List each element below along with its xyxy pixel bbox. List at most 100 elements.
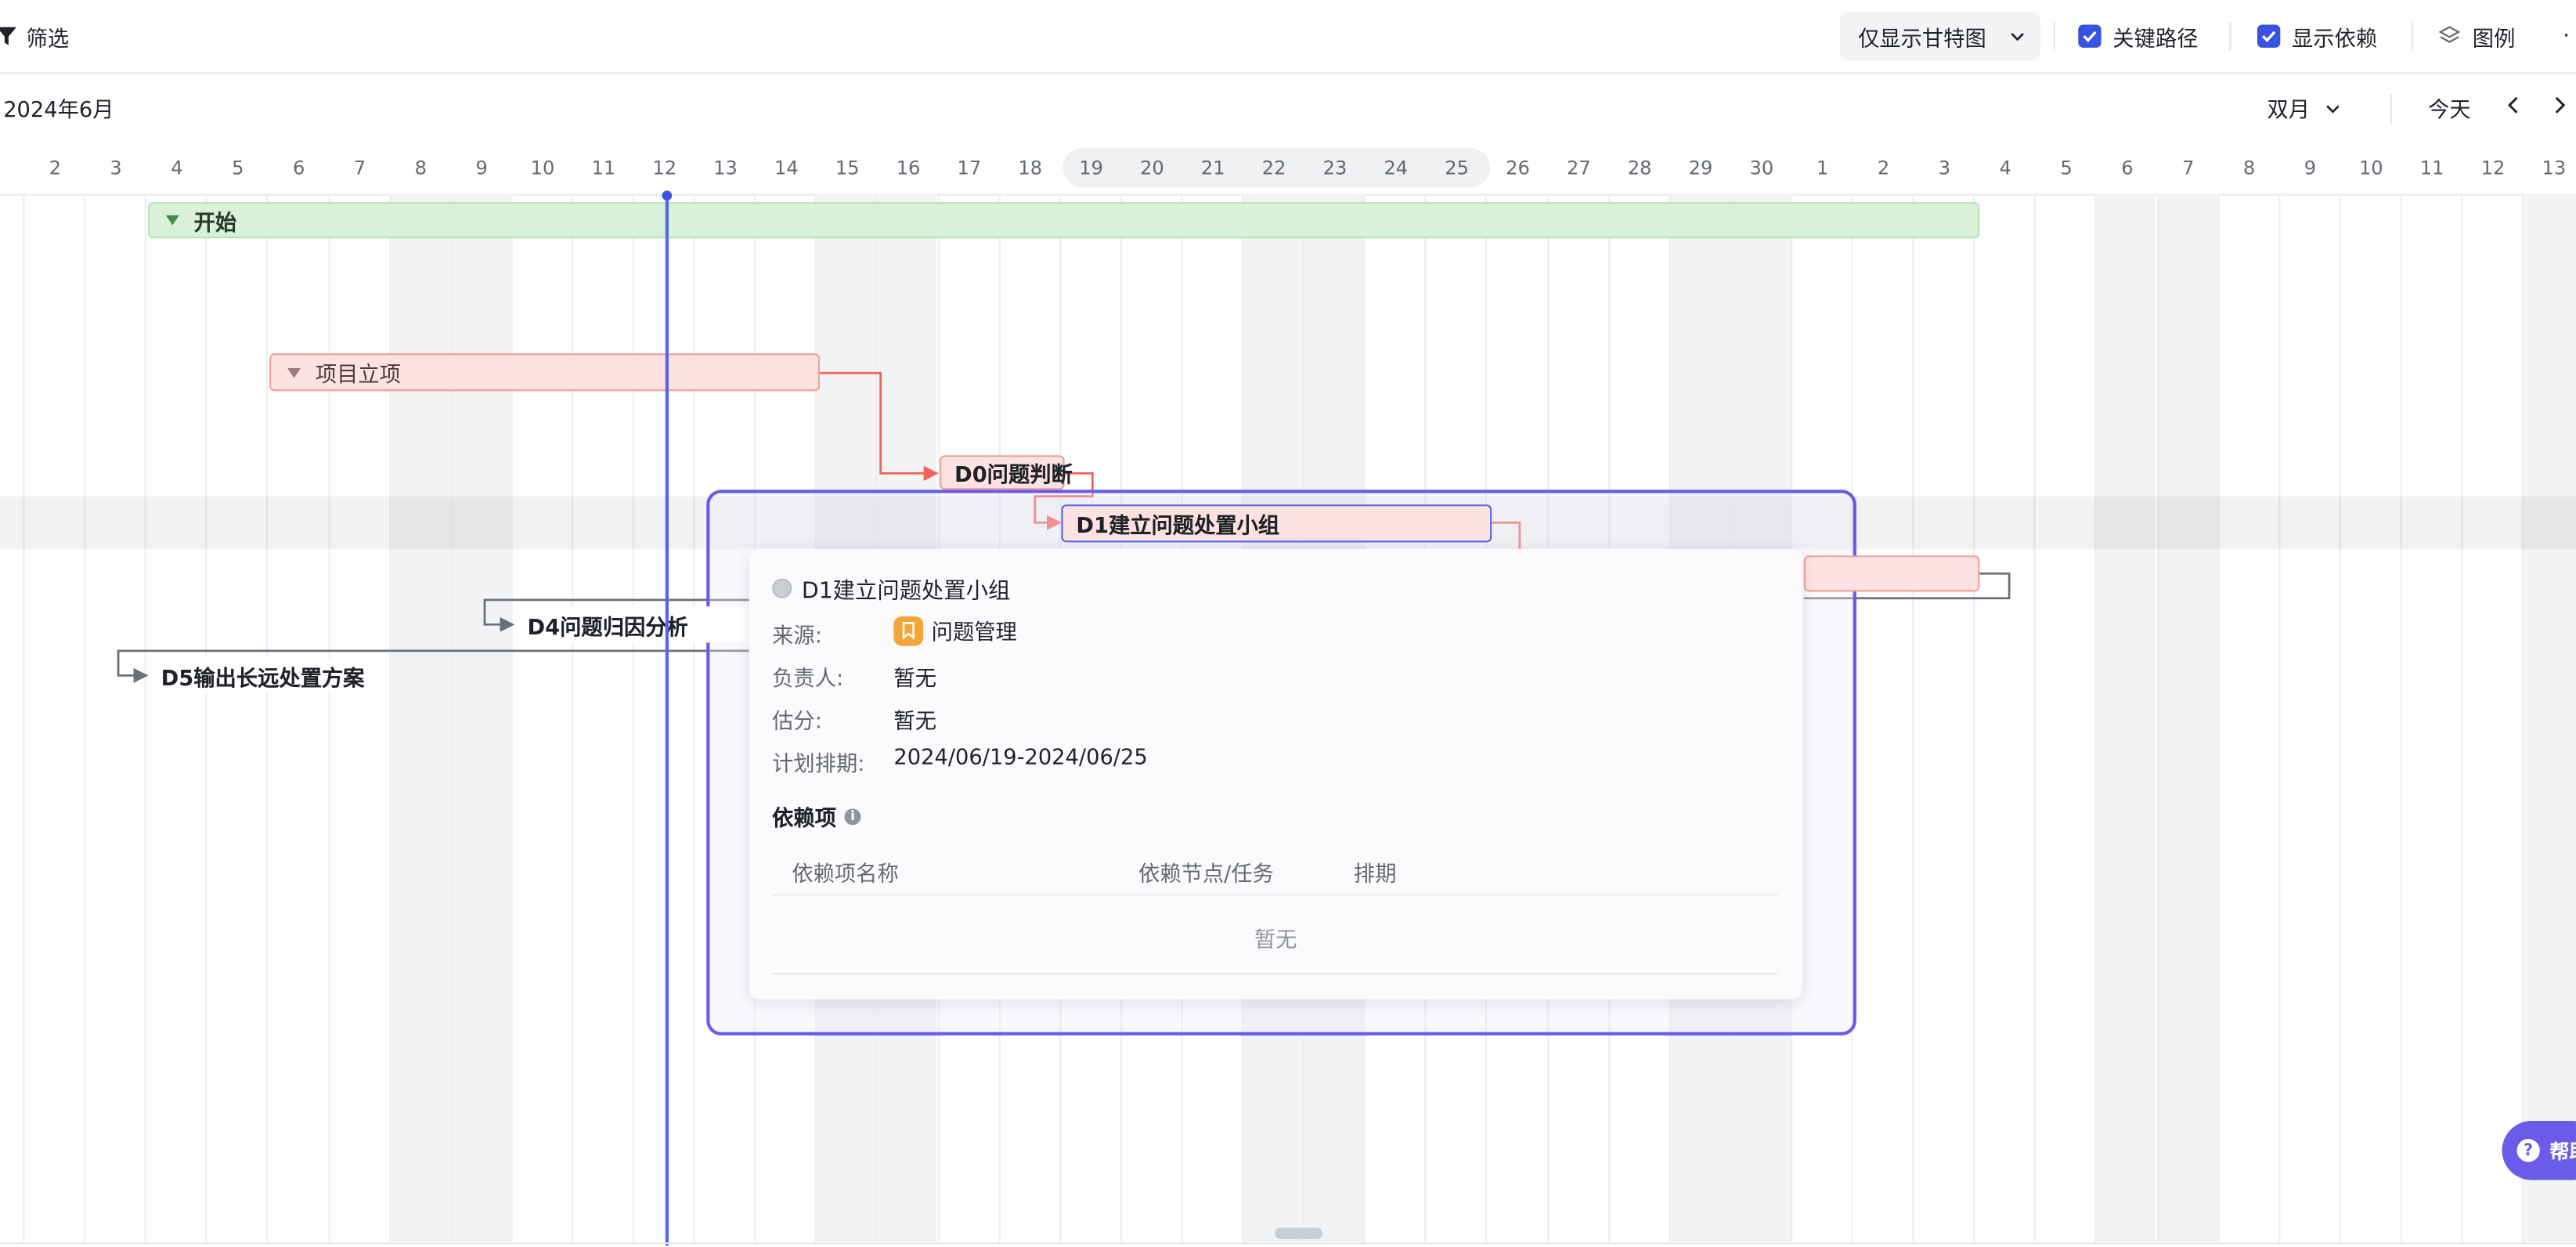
- day-column: [327, 193, 389, 1243]
- filter-button[interactable]: 筛选: [0, 20, 69, 52]
- schedule-key: 计划排期:: [772, 752, 865, 778]
- day-label: 24: [1384, 156, 1409, 179]
- day-column: [2156, 193, 2217, 1243]
- popup-title: D1建立问题处置小组: [772, 572, 1010, 605]
- view-mode-label: 仅显示甘特图: [1858, 27, 1986, 52]
- day-label: 19: [1079, 156, 1103, 179]
- chevron-down-icon: [2326, 104, 2340, 113]
- filter-label: 筛选: [26, 27, 70, 52]
- gantt-bar-task[interactable]: D0问题判断: [940, 455, 1073, 490]
- source-value[interactable]: 问题管理: [893, 615, 1017, 646]
- day-label: 29: [1688, 156, 1713, 179]
- gantt-bar-task-selected[interactable]: D1建立问题处置小组: [1061, 504, 1492, 543]
- chevron-left-icon[interactable]: [2506, 96, 2522, 115]
- estimate-key: 估分:: [772, 710, 822, 735]
- gantt-bar-group[interactable]: 开始: [147, 202, 1980, 239]
- gantt-bar-task[interactable]: D5输出长远处置方案: [149, 657, 364, 694]
- day-label: 1: [1817, 156, 1829, 179]
- day-label: 27: [1566, 156, 1591, 179]
- day-label: 7: [353, 156, 366, 179]
- day-label: 13: [2542, 156, 2567, 179]
- deps-column-schedule: 排期: [1353, 862, 1397, 888]
- today-button[interactable]: 今天: [2428, 92, 2471, 123]
- day-label: 16: [896, 156, 921, 179]
- checkbox-checked-icon: [2257, 24, 2281, 48]
- current-month-label: 2024年6月: [3, 98, 114, 124]
- day-column: [1912, 193, 1974, 1243]
- day-column: [449, 193, 511, 1243]
- day-label: 10: [2358, 156, 2383, 179]
- day-label: 8: [414, 156, 428, 179]
- dependencies-heading-text: 依赖项: [772, 807, 837, 832]
- chevron-right-icon[interactable]: [2552, 96, 2568, 115]
- day-column: [2400, 193, 2461, 1243]
- day-label: 5: [232, 156, 244, 179]
- view-mode-select[interactable]: 仅显示甘特图: [1839, 11, 2040, 61]
- owner-value: 暂无: [893, 667, 937, 692]
- day-label: 2: [1877, 156, 1890, 179]
- day-label: 12: [652, 156, 677, 179]
- day-label: 5: [2060, 156, 2073, 179]
- day-column: [84, 193, 145, 1243]
- day-label: 3: [110, 156, 122, 179]
- day-label: 15: [835, 156, 860, 179]
- task-name: 开始: [193, 211, 237, 237]
- day-label: 12: [2480, 156, 2506, 179]
- more-menu-icon[interactable]: ·: [2563, 24, 2570, 49]
- info-icon[interactable]: i: [844, 808, 861, 825]
- day-column: [571, 193, 633, 1243]
- day-column: [266, 193, 328, 1243]
- time-range-label: 双月: [2267, 98, 2311, 124]
- day-label: 2: [49, 156, 61, 179]
- day-column: [388, 193, 450, 1243]
- day-column: [1851, 193, 1913, 1243]
- day-column: [2278, 193, 2340, 1243]
- critical-path-checkbox[interactable]: 关键路径: [2078, 20, 2198, 52]
- deps-column-node: 依赖节点/任务: [1138, 862, 1274, 888]
- day-label: 7: [2182, 156, 2195, 179]
- gantt-bar-task[interactable]: [1803, 555, 1980, 592]
- day-label: 6: [292, 156, 305, 179]
- help-label: 帮助: [2549, 1140, 2576, 1163]
- today-marker-line: [665, 193, 669, 1246]
- help-button[interactable]: ? 帮助: [2502, 1120, 2576, 1180]
- resize-handle[interactable]: [1275, 1227, 1323, 1240]
- day-label: 22: [1261, 156, 1286, 179]
- toolbar-divider: [2390, 93, 2392, 124]
- toolbar-divider: [2053, 21, 2055, 52]
- day-column: [205, 193, 267, 1243]
- deps-column-name: 依赖项名称: [792, 862, 899, 888]
- legend-button[interactable]: 图例: [2438, 20, 2516, 52]
- day-label: 4: [171, 156, 183, 179]
- popup-title-text[interactable]: D1建立问题处置小组: [802, 572, 1010, 605]
- legend-label: 图例: [2472, 27, 2516, 52]
- day-label: 8: [2242, 156, 2256, 179]
- day-label: 9: [475, 156, 488, 179]
- show-dependencies-checkbox[interactable]: 显示依赖: [2257, 20, 2377, 52]
- day-label: 6: [2121, 156, 2134, 179]
- show-dependencies-label: 显示依赖: [2291, 27, 2378, 52]
- day-label: 25: [1445, 156, 1470, 179]
- caret-down-icon[interactable]: [287, 367, 301, 378]
- gantt-bar-group[interactable]: 项目立项: [269, 353, 821, 392]
- day-column: [632, 193, 694, 1243]
- question-icon: ?: [2516, 1139, 2540, 1162]
- day-label: 21: [1200, 156, 1225, 179]
- day-label: 4: [1999, 156, 2011, 179]
- gantt-bar-task[interactable]: D4问题归因分析: [515, 606, 755, 643]
- task-detail-popup: D1建立问题处置小组 来源: 问题管理 负责人: 暂无 估分: 暂无 计划排期:…: [749, 548, 1802, 999]
- day-label: 11: [591, 156, 616, 179]
- toolbar-divider: [2229, 21, 2231, 52]
- source-key: 来源:: [772, 624, 822, 649]
- day-label: 28: [1627, 156, 1652, 179]
- day-label: 20: [1140, 156, 1164, 179]
- task-name: D4问题归因分析: [527, 615, 688, 641]
- day-label: 18: [1018, 156, 1043, 179]
- day-label: 13: [713, 156, 738, 179]
- task-name: D0问题判断: [954, 463, 1073, 489]
- toolbar-divider: [2412, 21, 2414, 52]
- time-range-select[interactable]: 双月: [2268, 92, 2341, 123]
- day-label: 26: [1506, 156, 1530, 179]
- owner-key: 负责人:: [772, 667, 844, 692]
- caret-down-icon[interactable]: [165, 215, 179, 226]
